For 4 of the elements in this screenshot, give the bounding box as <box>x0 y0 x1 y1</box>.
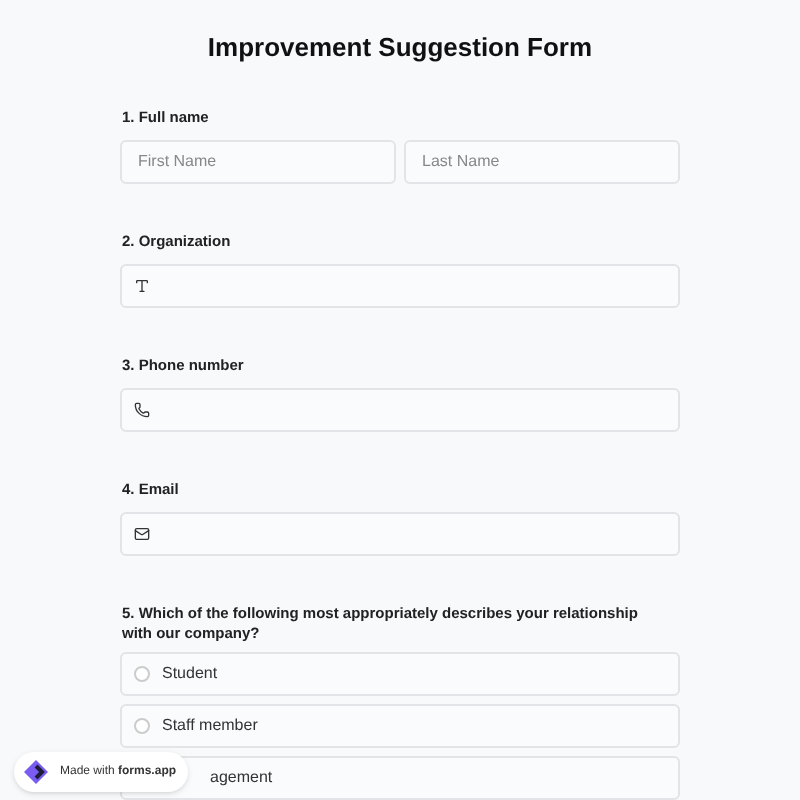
form-title: Improvement Suggestion Form <box>207 30 593 66</box>
option-label: Student <box>162 661 218 685</box>
option-label: agement <box>210 765 273 789</box>
option-label: Staff member <box>162 713 258 737</box>
